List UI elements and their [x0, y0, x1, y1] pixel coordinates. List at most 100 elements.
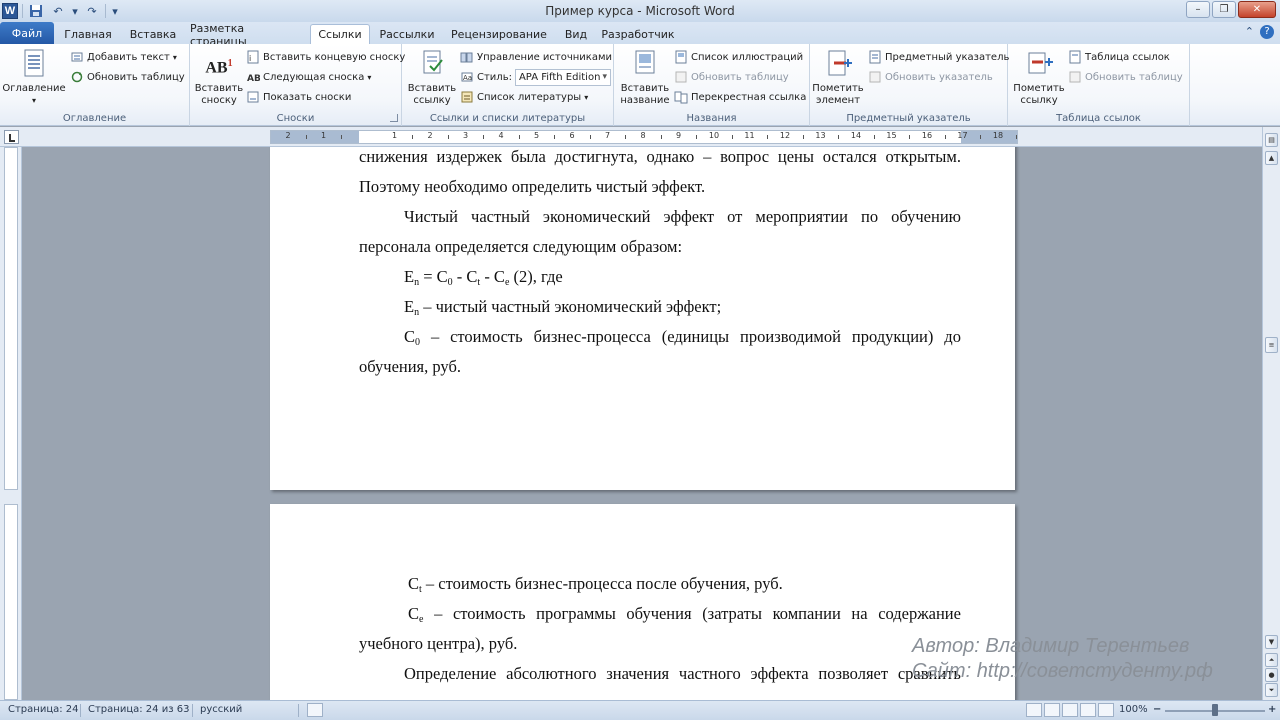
toc-button-label: Оглавление	[2, 83, 66, 94]
mark-citation-button[interactable]: Пометить ссылку	[1010, 48, 1068, 107]
divider	[298, 704, 299, 717]
update-figures-button[interactable]: Обновить таблицу	[674, 68, 789, 86]
refresh-icon	[70, 70, 84, 84]
mark-citation-label-1: Пометить	[1013, 83, 1065, 94]
bibliography-button[interactable]: Список литературы ▾	[460, 88, 588, 106]
ruler-number: 8	[640, 131, 646, 140]
ruler-tick	[980, 135, 982, 139]
word: мероприятии	[755, 207, 849, 226]
scroll-up-icon[interactable]: ▲	[1265, 151, 1278, 165]
next-page-icon[interactable]: ⏷	[1265, 683, 1278, 697]
update-authorities-button[interactable]: Обновить таблицу	[1068, 68, 1183, 86]
tab-references[interactable]: Ссылки	[310, 24, 370, 44]
index-icon	[868, 50, 882, 64]
zoom-out-icon[interactable]: −	[1153, 704, 1161, 715]
minimize-icon[interactable]: –	[1186, 1, 1210, 18]
browse-object-icon[interactable]: ●	[1265, 668, 1278, 682]
document-area[interactable]: снижения издержек была достигнута, однако – во…	[0, 147, 1262, 700]
group-citations: Вставить ссылку Управление источниками A…	[402, 44, 614, 126]
table-of-figures-button[interactable]: Список иллюстраций	[674, 48, 803, 66]
word: программы	[536, 604, 616, 623]
update-index-button[interactable]: Обновить указатель	[868, 68, 993, 86]
toc-icon	[18, 48, 50, 80]
ruler-tick	[447, 135, 449, 139]
vertical-ruler[interactable]	[0, 147, 22, 700]
style-icon: Aa	[460, 70, 474, 84]
bibliography-icon	[460, 90, 474, 104]
full-screen-reading-icon[interactable]	[1044, 703, 1060, 717]
tab-home[interactable]: Главная	[60, 25, 116, 44]
show-notes-button[interactable]: Показать сноски	[246, 88, 351, 106]
ruler-number: 11	[744, 131, 755, 140]
paragraph-line: обучения, руб.	[359, 357, 461, 376]
group-label: Таблица ссылок	[1056, 113, 1141, 124]
draft-icon[interactable]	[1098, 703, 1114, 717]
zoom-slider-thumb[interactable]	[1212, 704, 1218, 716]
print-layout-icon[interactable]	[1026, 703, 1042, 717]
insert-index-button[interactable]: Предметный указатель	[868, 48, 1009, 66]
word: содержание	[878, 604, 961, 623]
tab-page-layout[interactable]: Разметка страницы	[190, 22, 304, 48]
insert-footnote-button[interactable]: AB1 Вставить сноску	[194, 48, 244, 107]
footnotes-launcher-icon[interactable]	[390, 114, 398, 122]
next-footnote-button[interactable]: AB Следующая сноска ▾	[246, 68, 371, 86]
close-icon[interactable]: ✕	[1238, 1, 1276, 18]
ruler-number: 4	[498, 131, 504, 140]
cross-reference-button[interactable]: Перекрестная ссылка	[674, 88, 806, 106]
ruler-tick	[483, 135, 485, 139]
caption-icon	[629, 48, 661, 80]
tab-mailings[interactable]: Рассылки	[376, 25, 438, 44]
tab-file[interactable]: Файл	[0, 22, 54, 44]
insert-endnote-button[interactable]: i Вставить концевую сноску	[246, 48, 405, 66]
formula-symbol: C0	[404, 327, 421, 348]
paragraph-line: снижения издержек была достигнута, однако – во…	[359, 147, 961, 167]
insert-endnote-label: Вставить концевую сноску	[263, 51, 406, 63]
page-count[interactable]: Страница: 24 из 63	[88, 704, 189, 715]
style-dropdown[interactable]: APA Fifth Edition	[514, 68, 611, 86]
tab-developer[interactable]: Разработчик	[600, 25, 676, 44]
word: была	[510, 147, 546, 166]
word: цены	[777, 147, 814, 166]
help-icon[interactable]: ?	[1260, 25, 1274, 39]
zoom-level[interactable]: 100%	[1119, 704, 1148, 715]
ruler-tick	[873, 135, 875, 139]
ruler-tick	[305, 135, 307, 139]
status-bar: Страница: 24 Страница: 24 из 63 русский …	[0, 700, 1280, 720]
add-text-button[interactable]: Добавить текст ▾	[70, 48, 177, 66]
insert-authorities-button[interactable]: Таблица ссылок	[1068, 48, 1170, 66]
ruler-tick	[589, 135, 591, 139]
web-layout-icon[interactable]	[1062, 703, 1078, 717]
vertical-scrollbar[interactable]: ▤ ▲ ≡ ▼ ⏶ ● ⏷	[1262, 127, 1280, 700]
svg-text:AB: AB	[247, 74, 260, 84]
language[interactable]: русский	[200, 704, 242, 715]
manage-sources-button[interactable]: Управление источниками	[460, 48, 612, 66]
ruler-number: 15	[886, 131, 897, 140]
toc-button[interactable]: Оглавление ▾	[2, 48, 66, 107]
update-toc-button[interactable]: Обновить таблицу	[70, 68, 185, 86]
previous-page-icon[interactable]: ⏶	[1265, 653, 1278, 667]
word: компании	[772, 604, 841, 623]
ruler-tick	[554, 135, 556, 139]
horizontal-ruler[interactable]: 2 1 1 2 3 4 5 6 7 8 9 10 11 12 13 14 15 16 17 18	[270, 130, 1018, 144]
macro-record-icon[interactable]	[307, 703, 323, 717]
add-text-icon	[70, 50, 84, 64]
view-ruler-icon[interactable]: ▤	[1265, 133, 1278, 147]
outline-icon[interactable]	[1080, 703, 1096, 717]
ribbon-collapse-icon[interactable]: ⌃	[1245, 25, 1254, 39]
page-number[interactable]: Страница: 24	[8, 704, 79, 715]
zoom-in-icon[interactable]: +	[1268, 704, 1276, 715]
scroll-thumb[interactable]: ≡	[1265, 337, 1278, 353]
tab-review[interactable]: Рецензирование	[444, 25, 554, 44]
tab-view[interactable]: Вид	[558, 25, 594, 44]
tab-selector-icon[interactable]	[4, 130, 19, 144]
word: от	[727, 207, 743, 226]
title-bar: W ↶ ▾ ↷ ▾ Пример курса - Microsoft Word …	[0, 0, 1280, 22]
mark-entry-button[interactable]: Пометить элемент	[812, 48, 864, 107]
insert-caption-button[interactable]: Вставить название	[618, 48, 672, 107]
tab-insert[interactable]: Вставка	[122, 25, 184, 44]
mark-entry-label-2: элемент	[815, 95, 861, 106]
scroll-down-icon[interactable]: ▼	[1265, 635, 1278, 649]
restore-icon[interactable]: ❐	[1212, 1, 1236, 18]
insert-citation-button[interactable]: Вставить ссылку	[406, 48, 458, 107]
word: остался	[822, 147, 877, 166]
